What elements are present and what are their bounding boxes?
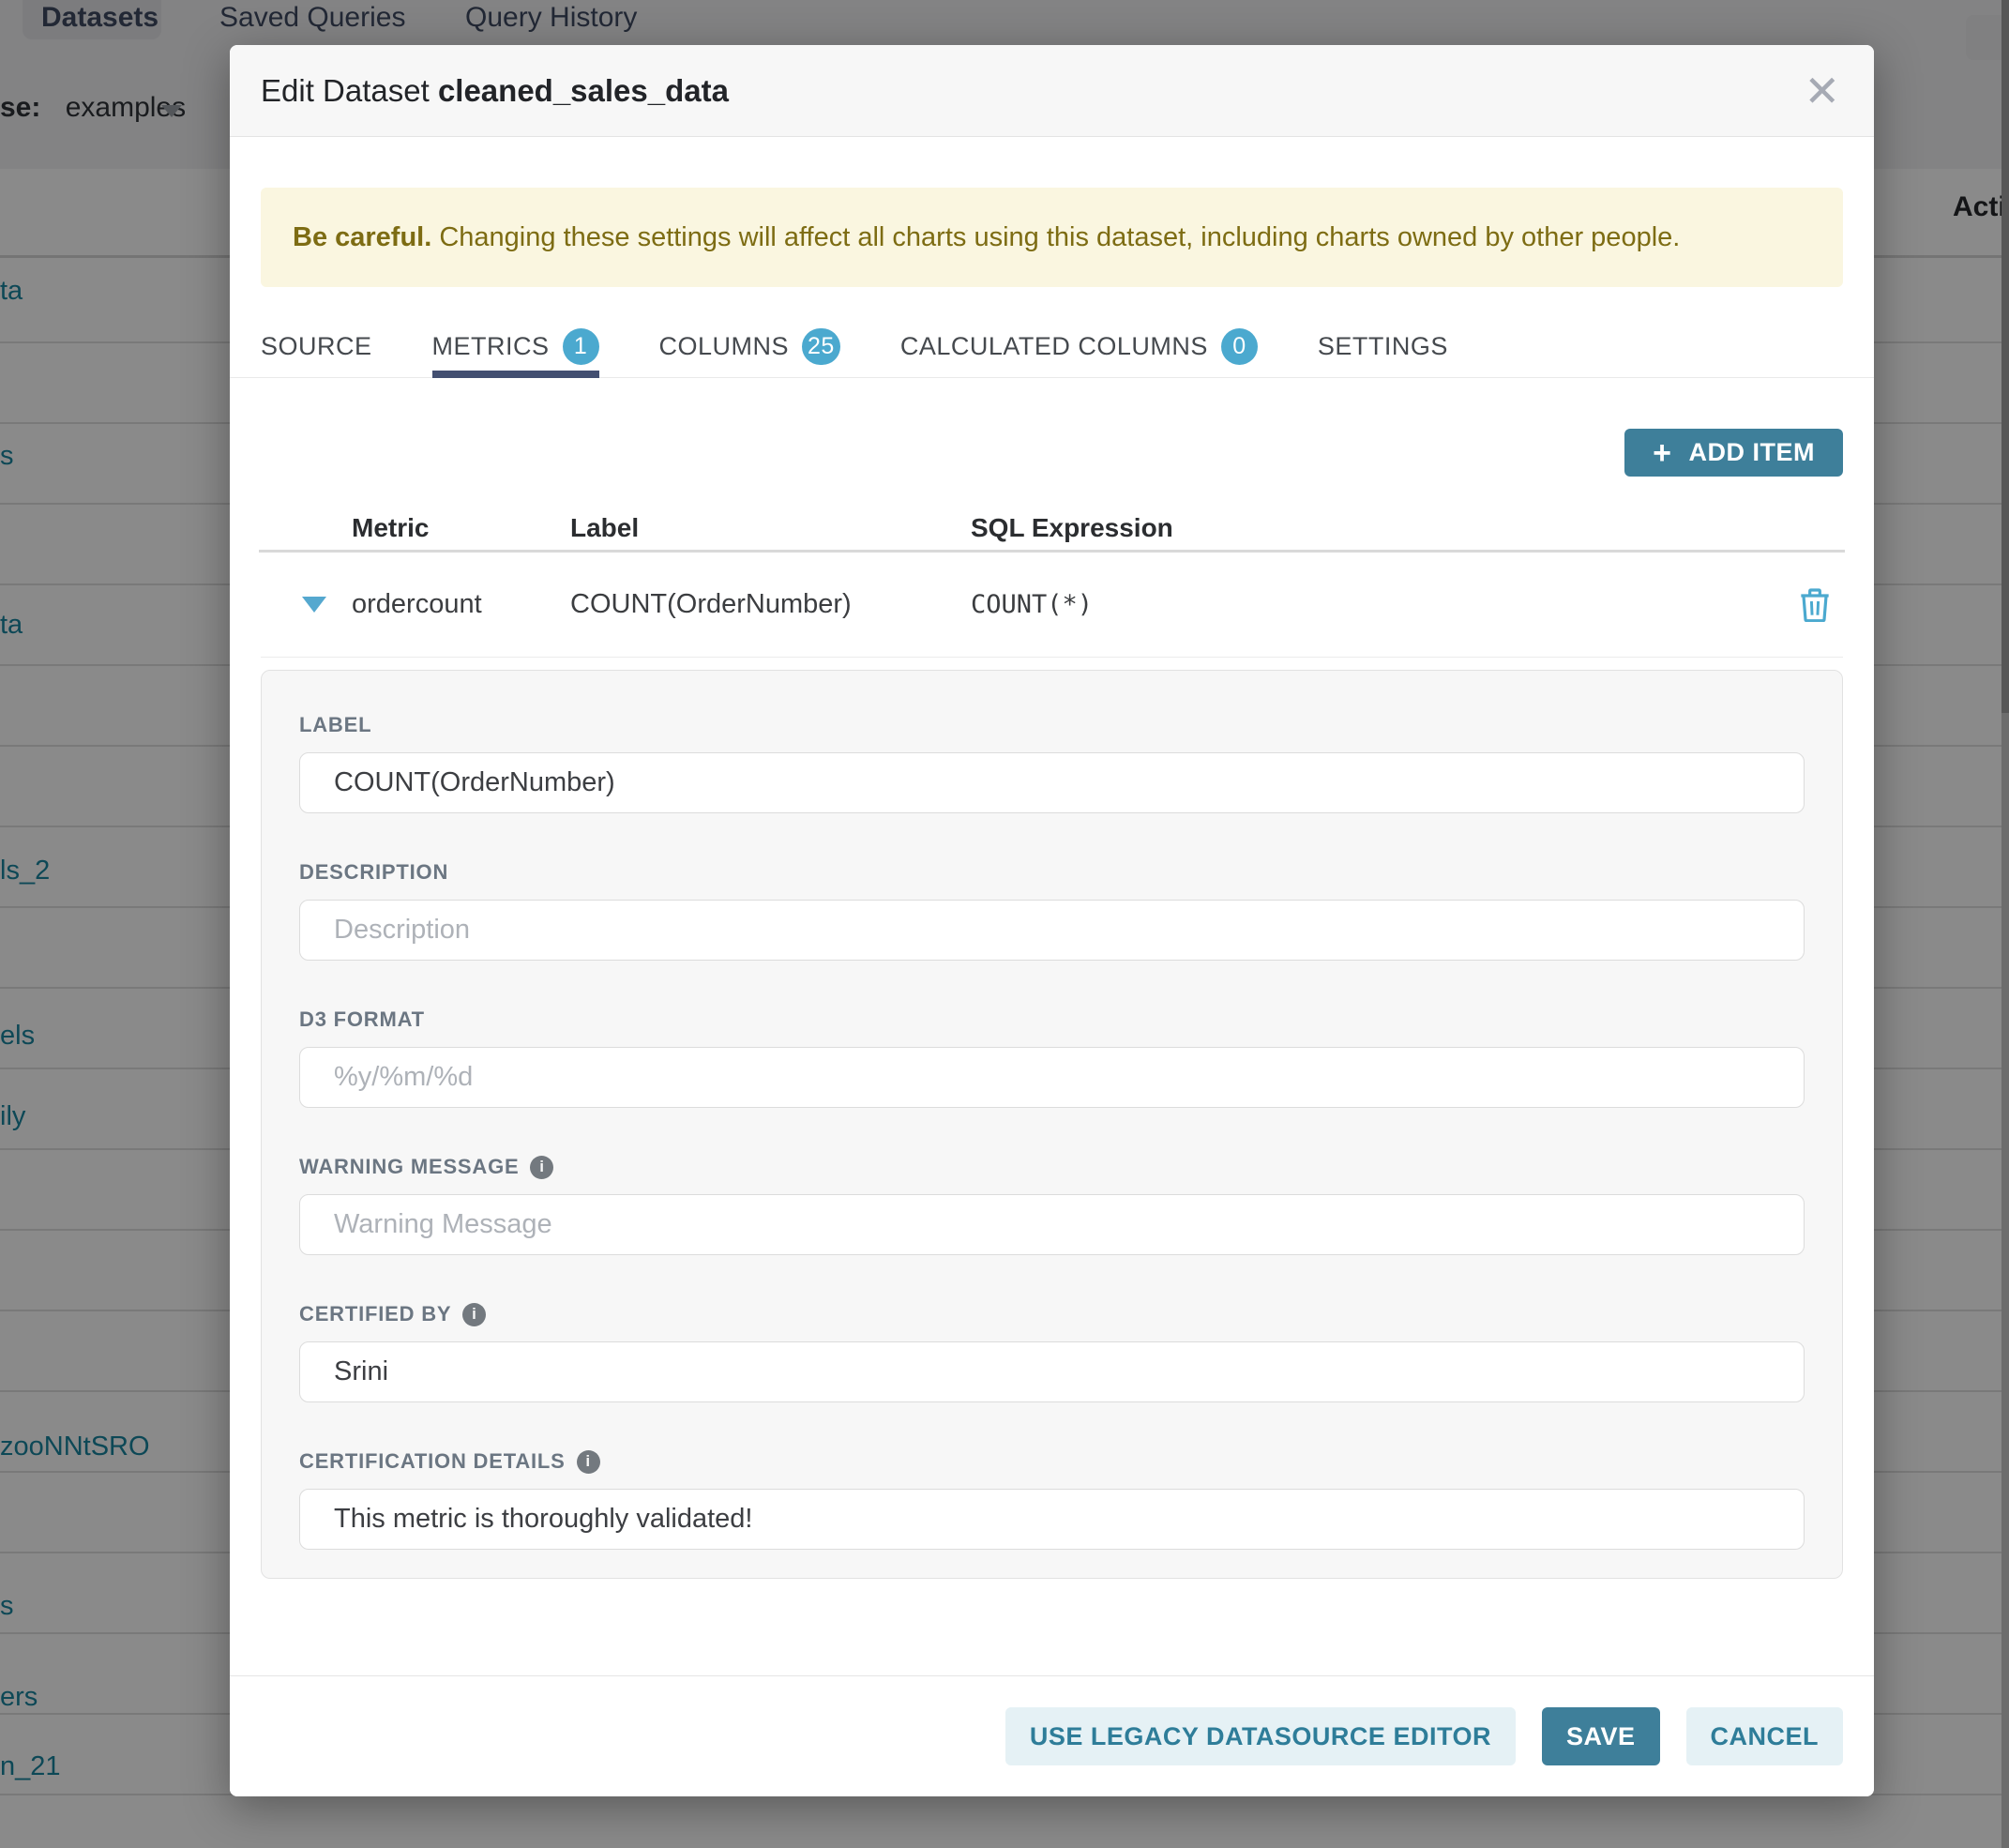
modal-footer: USE LEGACY DATASOURCE EDITOR SAVE CANCEL bbox=[230, 1675, 1874, 1796]
description-input[interactable] bbox=[299, 900, 1805, 961]
info-icon[interactable]: i bbox=[530, 1156, 553, 1179]
add-item-label: ADD ITEM bbox=[1689, 438, 1816, 467]
tab-columns-label: COLUMNS bbox=[659, 332, 790, 361]
field-label-caption: LABEL bbox=[299, 713, 1805, 737]
add-item-row: + ADD ITEM bbox=[261, 429, 1843, 477]
tab-source-label: SOURCE bbox=[261, 332, 372, 361]
warning-banner-text: Changing these settings will affect all … bbox=[431, 222, 1680, 252]
field-caption-text: D3 FORMAT bbox=[299, 1007, 425, 1032]
tab-calculated-columns[interactable]: CALCULATED COLUMNS 0 bbox=[900, 315, 1258, 377]
field-certified-by-caption: CERTIFIED BY i bbox=[299, 1302, 1805, 1326]
metrics-table: Metric Label SQL Expression ordercount C… bbox=[261, 507, 1843, 658]
screen: Datasets Saved Queries Query History se:… bbox=[0, 0, 2009, 1848]
tab-metrics[interactable]: METRICS 1 bbox=[432, 315, 599, 377]
save-button[interactable]: SAVE bbox=[1542, 1707, 1660, 1765]
field-caption-text: DESCRIPTION bbox=[299, 860, 448, 885]
cancel-button[interactable]: CANCEL bbox=[1686, 1707, 1844, 1765]
tab-calculated-columns-label: CALCULATED COLUMNS bbox=[900, 332, 1208, 361]
edit-dataset-modal: Edit Dataset cleaned_sales_data ✕ Be car… bbox=[230, 45, 1874, 1796]
tab-metrics-label: METRICS bbox=[432, 332, 550, 361]
info-icon[interactable]: i bbox=[462, 1303, 486, 1326]
collapse-caret-icon[interactable] bbox=[302, 597, 326, 613]
modal-body: Be careful. Changing these settings will… bbox=[230, 137, 1874, 1675]
warning-banner-bold: Be careful. bbox=[293, 222, 431, 252]
tab-metrics-count-badge: 1 bbox=[563, 328, 599, 365]
field-d3-format: D3 FORMAT bbox=[299, 1007, 1805, 1108]
label-input[interactable] bbox=[299, 752, 1805, 813]
field-description: DESCRIPTION bbox=[299, 860, 1805, 961]
metric-detail-panel: LABEL DESCRIPTION D3 FORMAT bbox=[261, 670, 1843, 1579]
modal-title: Edit Dataset cleaned_sales_data bbox=[261, 73, 729, 109]
tab-columns[interactable]: COLUMNS 25 bbox=[659, 315, 840, 377]
d3-format-input[interactable] bbox=[299, 1047, 1805, 1108]
metric-name-cell[interactable]: ordercount bbox=[352, 589, 570, 620]
delete-metric-button[interactable] bbox=[1800, 588, 1830, 622]
col-header-metric: Metric bbox=[352, 513, 570, 543]
use-legacy-datasource-editor-button[interactable]: USE LEGACY DATASOURCE EDITOR bbox=[1005, 1707, 1516, 1765]
tab-settings[interactable]: SETTINGS bbox=[1318, 315, 1448, 377]
metrics-table-header: Metric Label SQL Expression bbox=[261, 507, 1843, 550]
col-header-sql-expression: SQL Expression bbox=[971, 513, 1768, 543]
warning-message-input[interactable] bbox=[299, 1194, 1805, 1255]
modal-title-prefix: Edit Dataset bbox=[261, 73, 438, 108]
field-warning-message: WARNING MESSAGE i bbox=[299, 1155, 1805, 1255]
modal-title-dataset-name: cleaned_sales_data bbox=[438, 73, 729, 108]
col-header-label: Label bbox=[570, 513, 971, 543]
add-item-button[interactable]: + ADD ITEM bbox=[1624, 429, 1843, 477]
field-caption-text: WARNING MESSAGE bbox=[299, 1155, 519, 1179]
trash-icon bbox=[1800, 588, 1830, 622]
metric-row: ordercount COUNT(OrderNumber) COUNT(*) bbox=[261, 553, 1843, 658]
certification-details-input[interactable] bbox=[299, 1489, 1805, 1550]
info-icon[interactable]: i bbox=[577, 1450, 600, 1474]
field-certification-details: CERTIFICATION DETAILS i bbox=[299, 1449, 1805, 1550]
metric-label-cell[interactable]: COUNT(OrderNumber) bbox=[570, 589, 971, 620]
field-caption-text: CERTIFICATION DETAILS bbox=[299, 1449, 566, 1474]
active-tab-underline bbox=[432, 371, 599, 378]
tab-source[interactable]: SOURCE bbox=[261, 315, 372, 377]
field-certified-by: CERTIFIED BY i bbox=[299, 1302, 1805, 1402]
field-certification-details-caption: CERTIFICATION DETAILS i bbox=[299, 1449, 1805, 1474]
tab-settings-label: SETTINGS bbox=[1318, 332, 1448, 361]
field-warning-message-caption: WARNING MESSAGE i bbox=[299, 1155, 1805, 1179]
modal-tabs: SOURCE METRICS 1 COLUMNS 25 CALCULATED C… bbox=[230, 315, 1874, 378]
plus-icon: + bbox=[1653, 437, 1671, 469]
field-caption-text: CERTIFIED BY bbox=[299, 1302, 451, 1326]
tab-calculated-columns-count-badge: 0 bbox=[1221, 328, 1258, 365]
field-d3-format-caption: D3 FORMAT bbox=[299, 1007, 1805, 1032]
certified-by-input[interactable] bbox=[299, 1341, 1805, 1402]
modal-header: Edit Dataset cleaned_sales_data ✕ bbox=[230, 45, 1874, 137]
field-description-caption: DESCRIPTION bbox=[299, 860, 1805, 885]
field-caption-text: LABEL bbox=[299, 713, 371, 737]
field-label: LABEL bbox=[299, 713, 1805, 813]
tab-columns-count-badge: 25 bbox=[802, 328, 840, 365]
warning-banner: Be careful. Changing these settings will… bbox=[261, 188, 1843, 287]
close-icon[interactable]: ✕ bbox=[1794, 45, 1850, 136]
metric-sql-cell[interactable]: COUNT(*) bbox=[971, 590, 1768, 619]
